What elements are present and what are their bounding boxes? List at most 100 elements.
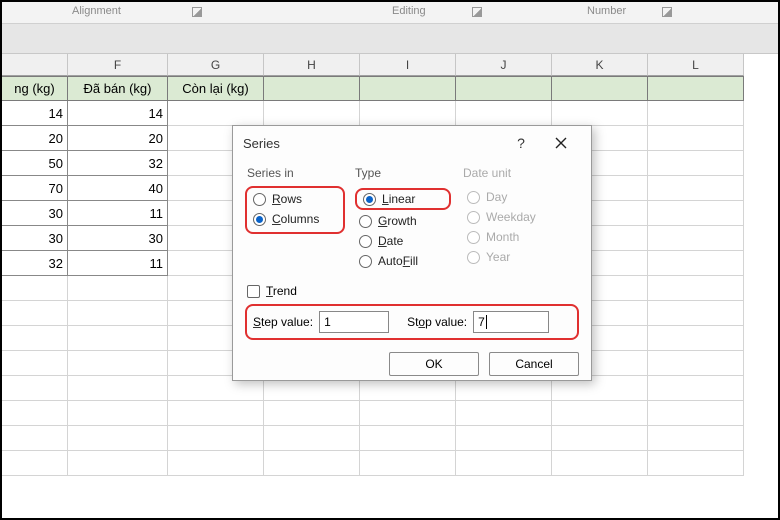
cell[interactable] — [648, 426, 744, 451]
stop-value-input[interactable]: 7 — [473, 311, 549, 333]
trend-checkbox[interactable]: Trend — [247, 284, 579, 298]
cell[interactable] — [68, 276, 168, 301]
close-button[interactable] — [541, 128, 581, 158]
cell[interactable] — [456, 451, 552, 476]
cell[interactable] — [648, 226, 744, 251]
step-value-input[interactable]: 1 — [319, 311, 389, 333]
cancel-button[interactable]: Cancel — [489, 352, 579, 376]
cell[interactable] — [648, 276, 744, 301]
cell[interactable]: 20 — [68, 126, 168, 151]
cell[interactable] — [2, 401, 68, 426]
cell[interactable] — [168, 101, 264, 126]
cell[interactable]: ng (kg) — [2, 76, 68, 101]
column-header[interactable]: L — [648, 54, 744, 76]
radio-option[interactable]: Columns — [253, 212, 337, 226]
cell[interactable] — [648, 101, 744, 126]
help-button[interactable]: ? — [501, 128, 541, 158]
cell[interactable] — [264, 451, 360, 476]
cell[interactable] — [648, 351, 744, 376]
column-header[interactable]: H — [264, 54, 360, 76]
ok-button[interactable]: OK — [389, 352, 479, 376]
ribbon-group-alignment: Alignment — [72, 5, 121, 17]
cell[interactable] — [648, 201, 744, 226]
dialog-launcher-icon[interactable] — [192, 7, 202, 17]
column-header[interactable]: G — [168, 54, 264, 76]
cell[interactable] — [68, 401, 168, 426]
cell[interactable] — [68, 376, 168, 401]
dialog-launcher-icon[interactable] — [472, 7, 482, 17]
cell[interactable] — [456, 76, 552, 101]
cell[interactable] — [264, 101, 360, 126]
cell[interactable] — [68, 426, 168, 451]
spreadsheet-row — [2, 451, 778, 476]
cell[interactable] — [168, 451, 264, 476]
cell[interactable] — [648, 251, 744, 276]
cell[interactable] — [552, 101, 648, 126]
cell[interactable] — [456, 426, 552, 451]
cell[interactable] — [2, 451, 68, 476]
cell[interactable] — [264, 426, 360, 451]
column-header[interactable]: F — [68, 54, 168, 76]
cell[interactable] — [68, 326, 168, 351]
cell[interactable] — [552, 426, 648, 451]
cell[interactable]: 30 — [2, 201, 68, 226]
cell[interactable] — [2, 326, 68, 351]
radio-option[interactable]: Linear — [363, 192, 443, 206]
cell[interactable] — [264, 76, 360, 101]
cell[interactable] — [2, 301, 68, 326]
cell[interactable]: Đã bán (kg) — [68, 76, 168, 101]
cell[interactable]: 14 — [2, 101, 68, 126]
cell[interactable] — [360, 101, 456, 126]
radio-label: Linear — [382, 192, 415, 206]
cell[interactable] — [2, 426, 68, 451]
cell[interactable] — [552, 401, 648, 426]
radio-option[interactable]: Date — [359, 234, 447, 248]
cell[interactable] — [648, 126, 744, 151]
cell[interactable] — [264, 401, 360, 426]
cell[interactable] — [648, 451, 744, 476]
dialog-launcher-icon[interactable] — [662, 7, 672, 17]
cell[interactable]: 30 — [2, 226, 68, 251]
cell[interactable] — [648, 151, 744, 176]
cell[interactable] — [648, 76, 744, 101]
column-header[interactable] — [2, 54, 68, 76]
column-header[interactable]: I — [360, 54, 456, 76]
cell[interactable]: 70 — [2, 176, 68, 201]
cell[interactable] — [456, 401, 552, 426]
cell[interactable] — [648, 326, 744, 351]
cell[interactable] — [456, 101, 552, 126]
cell[interactable] — [648, 301, 744, 326]
cell[interactable] — [2, 351, 68, 376]
cell[interactable]: 30 — [68, 226, 168, 251]
radio-option[interactable]: AutoFill — [359, 254, 447, 268]
cell[interactable] — [2, 276, 68, 301]
cell[interactable] — [552, 76, 648, 101]
column-header[interactable]: K — [552, 54, 648, 76]
cell[interactable] — [360, 76, 456, 101]
cell[interactable] — [648, 176, 744, 201]
cell[interactable] — [168, 426, 264, 451]
radio-option[interactable]: Rows — [253, 192, 337, 206]
cell[interactable]: 20 — [2, 126, 68, 151]
cell[interactable]: 11 — [68, 251, 168, 276]
cell[interactable] — [68, 351, 168, 376]
column-header[interactable]: J — [456, 54, 552, 76]
cell[interactable] — [360, 451, 456, 476]
cell[interactable] — [68, 451, 168, 476]
cell[interactable]: 50 — [2, 151, 68, 176]
cell[interactable] — [360, 426, 456, 451]
cell[interactable]: Còn lại (kg) — [168, 76, 264, 101]
cell[interactable] — [2, 376, 68, 401]
cell[interactable]: 11 — [68, 201, 168, 226]
cell[interactable]: 32 — [68, 151, 168, 176]
cell[interactable] — [68, 301, 168, 326]
radio-option[interactable]: Growth — [359, 214, 447, 228]
cell[interactable] — [360, 401, 456, 426]
cell[interactable] — [648, 401, 744, 426]
cell[interactable]: 14 — [68, 101, 168, 126]
cell[interactable] — [552, 451, 648, 476]
cell[interactable] — [648, 376, 744, 401]
cell[interactable]: 32 — [2, 251, 68, 276]
cell[interactable] — [168, 401, 264, 426]
cell[interactable]: 40 — [68, 176, 168, 201]
